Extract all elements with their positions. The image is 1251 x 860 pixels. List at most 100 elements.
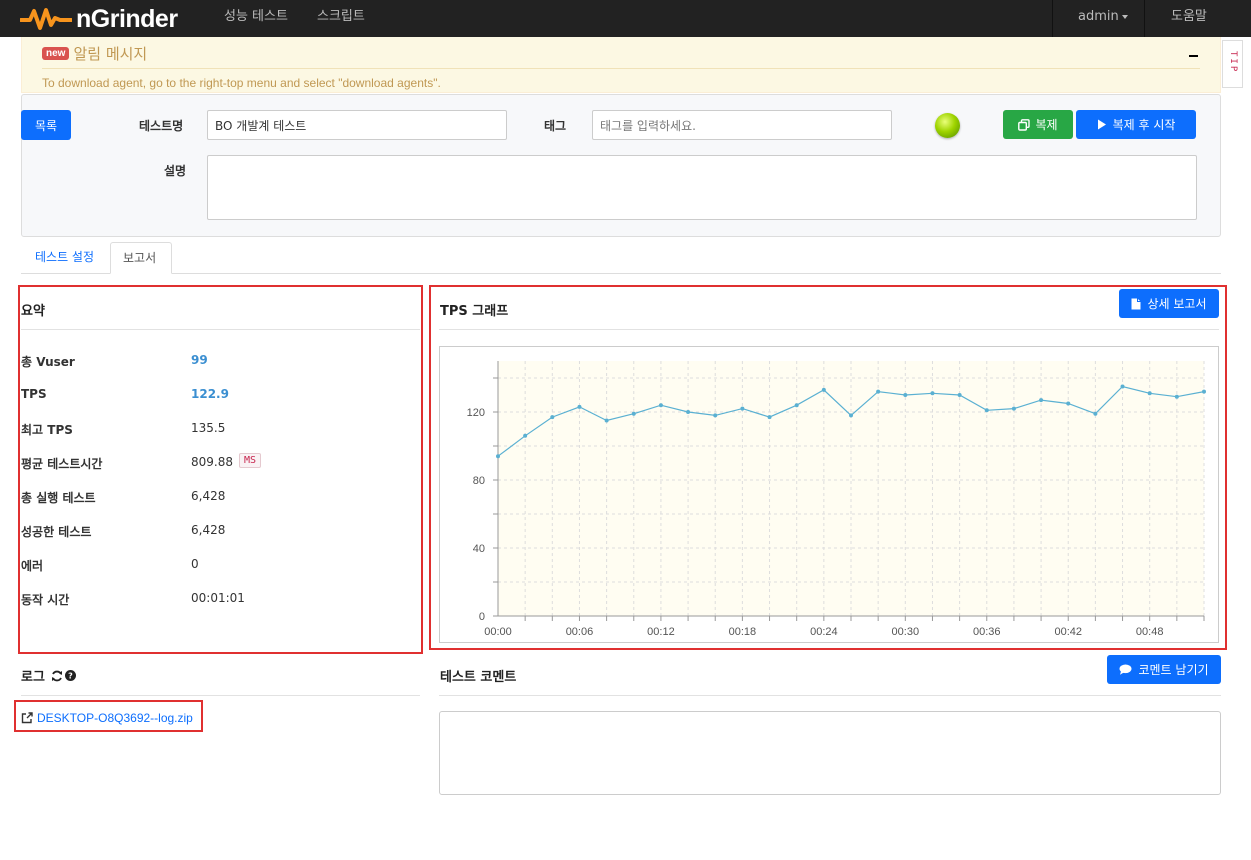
chart-x-tick-label: 00:00 [484,626,512,638]
tps-data-point [794,403,799,408]
tps-data-point [821,387,826,392]
tps-data-point [767,415,772,420]
tps-data-point [686,410,691,414]
alert-message: To download agent, go to the right-top m… [42,76,441,90]
nav-help[interactable]: 도움말 [1171,0,1207,37]
tps-data-point [1011,406,1016,411]
copy-icon [1018,118,1031,131]
tps-data-point [957,393,962,397]
tps-data-point [849,413,853,418]
tps-data-point [631,411,636,416]
tag-input[interactable]: 태그를 입력하세요. [592,110,892,140]
log-divider [21,695,420,696]
tab-report[interactable]: 보고서 [110,242,172,274]
detail-report-button[interactable]: 상세 보고서 [1119,289,1219,318]
comment-icon [1119,664,1132,675]
tps-data-point [903,393,908,397]
tps-data-point [713,413,718,418]
summary-label-vuser: 총 Vuser [21,355,75,369]
summary-divider [21,329,420,330]
tps-data-point [604,418,609,423]
nav-user-name: admin [1078,9,1119,24]
chart-x-tick-label: 00:12 [647,626,675,638]
ngrinder-logo[interactable]: nGrinder [20,4,178,34]
summary-value-successful-tests: 6,428 [191,523,226,537]
notice-alert: new 알림 메시지 To download agent, go to the … [21,37,1221,93]
copy-button-label: 복제 [1035,118,1058,132]
tps-data-point [1066,401,1071,406]
list-button[interactable]: 목록 [21,110,71,140]
pulse-logo-icon [20,8,72,30]
summary-value-tps: 122.9 [191,387,229,401]
alert-divider [42,68,1200,69]
nav-user-menu[interactable]: admin [1078,0,1128,37]
tps-chart: 0 40 80 120 00:00 00:06 00:12 00:18 00:24 00:30 00… [467,361,1206,638]
mean-test-time-number: 809.88 [191,455,233,469]
chart-x-tick-label: 00:42 [1054,626,1082,638]
tps-data-point [930,391,935,396]
log-title-text: 로그 [21,670,45,685]
tabs-underline [21,273,1221,274]
summary-label-mean-test-time: 평균 테스트시간 [21,457,103,471]
summary-label-successful-tests: 성공한 테스트 [21,525,92,539]
summary-value-mean-test-time: 809.88 MS [191,452,262,469]
tps-data-point [1174,394,1179,399]
alert-title: new 알림 메시지 [42,43,147,64]
tab-test-settings[interactable]: 테스트 설정 [23,242,106,274]
help-icon[interactable]: ? [64,670,76,681]
tip-tab[interactable]: TIP [1222,40,1243,88]
refresh-icon[interactable] [51,670,63,682]
copy-button[interactable]: 복제 [1003,110,1073,139]
document-icon [1131,298,1141,309]
alert-title-text: 알림 메시지 [73,45,148,63]
log-file-link[interactable]: DESKTOP-O8Q3692--log.zip [21,711,193,725]
chart-x-tick-label: 00:48 [1136,626,1164,638]
log-file-name: DESKTOP-O8Q3692--log.zip [37,711,193,725]
tps-graph-title: TPS 그래프 [440,304,509,319]
play-icon [1097,119,1106,130]
comment-textarea[interactable] [439,711,1221,795]
tip-label: TIP [1228,51,1238,74]
description-label: 설명 [164,164,187,178]
tps-data-point [1093,411,1098,416]
tps-divider [439,329,1219,330]
test-name-input[interactable]: BO 개발계 테스트 [207,110,507,140]
chart-x-tick-label: 00:18 [729,626,757,638]
copy-and-start-button[interactable]: 복제 후 시작 [1076,110,1196,139]
chart-x-tick-label: 00:30 [892,626,920,638]
top-navbar: nGrinder 성능 테스트 스크립트 admin 도움말 [0,0,1251,37]
ms-unit-badge: MS [239,453,262,468]
tps-data-point [876,389,881,394]
chart-x-tick-label: 00:36 [973,626,1001,638]
external-link-icon [21,712,33,724]
logo-text: nGrinder [76,4,178,33]
nav-script[interactable]: 스크립트 [317,0,365,37]
chart-x-tick-label: 00:24 [810,626,838,638]
summary-label-errors: 에러 [21,559,44,573]
summary-value-errors: 0 [191,557,199,571]
summary-label-run-time: 동작 시간 [21,593,70,607]
description-textarea[interactable] [207,155,1197,220]
comment-title: 테스트 코멘트 [440,670,517,685]
summary-value-run-time: 00:01:01 [191,591,245,605]
detail-report-label: 상세 보고서 [1147,297,1207,311]
summary-label-tps: TPS [21,387,47,401]
tps-data-point [550,415,555,420]
copy-and-start-label: 복제 후 시작 [1112,118,1176,132]
new-badge: new [42,47,70,60]
nav-performance-test[interactable]: 성능 테스트 [224,0,288,37]
tps-data-point [577,404,582,409]
tps-chart-frame: 0 40 80 120 00:00 00:06 00:12 00:18 00:24 00:30 00… [439,346,1219,643]
summary-label-total-tests: 총 실행 테스트 [21,491,96,505]
tps-data-point [1147,391,1152,396]
leave-comment-button[interactable]: 코멘트 남기기 [1107,655,1221,684]
log-title: 로그 ? [21,666,76,685]
tps-data-point [1202,389,1206,394]
nav-divider [1052,0,1053,37]
collapse-icon[interactable] [1189,55,1198,57]
tps-data-point [523,433,528,438]
nav-divider [1144,0,1145,37]
tps-data-point [740,406,745,411]
tps-data-point [984,408,989,413]
tps-data-point [1120,384,1125,389]
